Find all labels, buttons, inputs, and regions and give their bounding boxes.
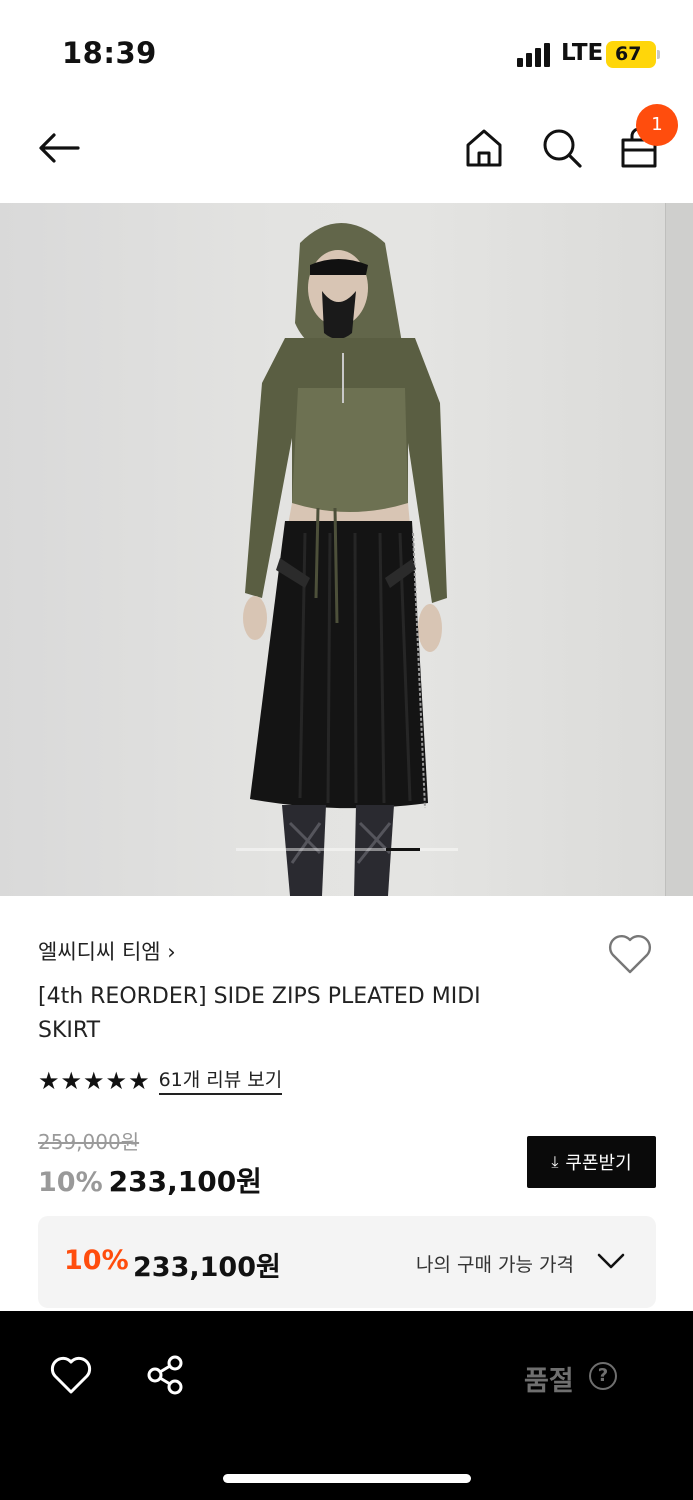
product-title: [4th REORDER] SIDE ZIPS PLEATED MIDI SKI… bbox=[38, 984, 481, 1043]
cart-count-badge: 1 bbox=[636, 104, 678, 146]
search-button[interactable] bbox=[540, 126, 584, 170]
search-icon bbox=[543, 129, 582, 168]
best-price-dropdown[interactable]: 10% 233,100원 나의 구매 가능 가격 bbox=[38, 1216, 656, 1308]
battery-icon: 67 bbox=[606, 41, 660, 68]
top-nav: 1 bbox=[0, 100, 693, 203]
carousel-indicator-thumb bbox=[386, 848, 420, 851]
chevron-down-icon bbox=[597, 1253, 625, 1269]
home-indicator bbox=[223, 1474, 471, 1483]
home-button[interactable] bbox=[462, 126, 506, 170]
home-icon bbox=[466, 129, 502, 167]
wishlist-button[interactable] bbox=[606, 932, 654, 976]
rating-row: ★★★★★ 61개 리뷰 보기 bbox=[38, 1066, 283, 1096]
download-icon: ⤓ bbox=[551, 1152, 559, 1171]
best-price-label: 나의 구매 가능 가격 bbox=[416, 1254, 574, 1276]
back-button[interactable] bbox=[36, 130, 82, 166]
image-carousel-indicator bbox=[236, 848, 458, 851]
help-icon[interactable]: ? bbox=[589, 1362, 617, 1390]
status-bar: 18:39 LTE 67 bbox=[0, 0, 693, 100]
discount-rate: 10% bbox=[38, 1167, 103, 1198]
next-image-peek bbox=[665, 203, 693, 896]
review-link[interactable]: 61개 리뷰 보기 bbox=[158, 1067, 283, 1095]
network-label: LTE bbox=[561, 40, 604, 66]
product-image[interactable] bbox=[0, 203, 693, 896]
original-price: 259,000원 bbox=[38, 1130, 140, 1154]
sale-price: 233,100원 bbox=[108, 1165, 262, 1198]
signal-icon bbox=[517, 43, 553, 67]
coupon-label: 쿠폰받기 bbox=[565, 1153, 632, 1174]
model-photo bbox=[243, 223, 447, 896]
coupon-download-button[interactable]: ⤓ 쿠폰받기 bbox=[527, 1136, 656, 1188]
best-price-value: 233,100원 bbox=[133, 1252, 281, 1283]
brand-link[interactable]: 엘씨디씨 티엠 › bbox=[38, 936, 176, 966]
share-icon bbox=[147, 1355, 183, 1395]
soldout-label: 품절 bbox=[524, 1366, 574, 1397]
star-rating-icon: ★★★★★ bbox=[38, 1067, 151, 1095]
heart-icon bbox=[50, 1356, 92, 1394]
heart-icon bbox=[608, 935, 652, 974]
best-price-discount: 10% bbox=[64, 1245, 129, 1276]
share-button[interactable] bbox=[143, 1353, 187, 1397]
status-time: 18:39 bbox=[62, 36, 157, 70]
bottom-wishlist-button[interactable] bbox=[49, 1355, 93, 1395]
arrow-left-icon bbox=[39, 133, 80, 163]
bottom-action-bar: 품절 ? bbox=[0, 1311, 693, 1500]
price-row: 10% 233,100원 bbox=[38, 1160, 262, 1200]
